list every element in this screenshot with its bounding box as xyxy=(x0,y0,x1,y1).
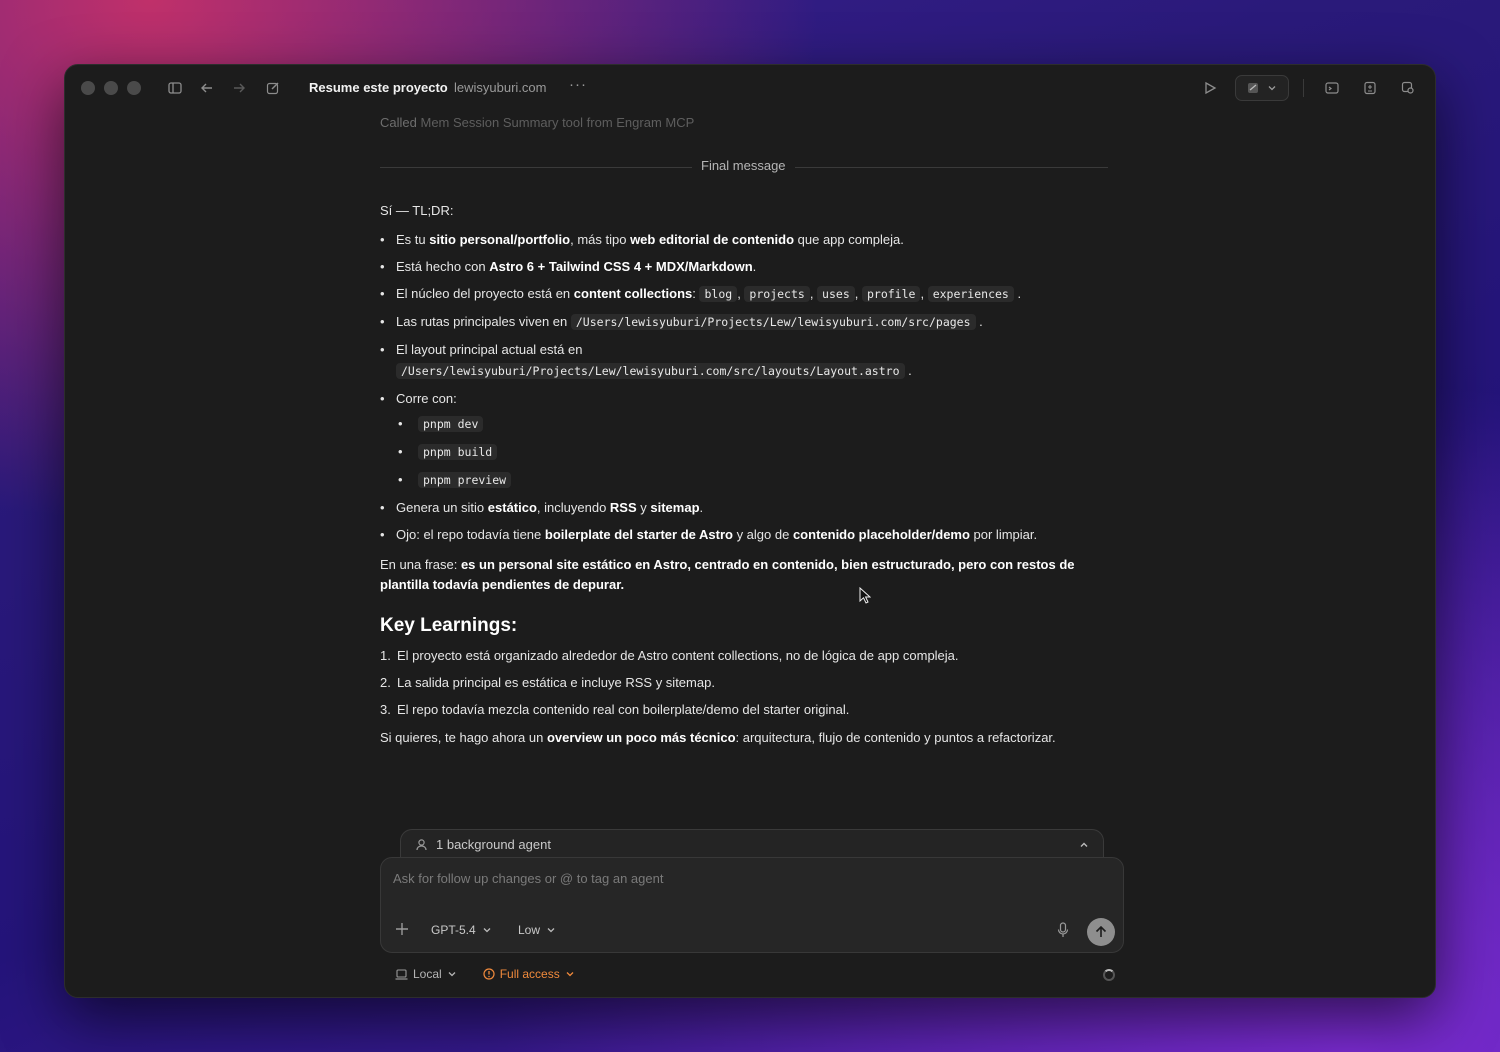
arrow-up-icon xyxy=(1095,926,1107,937)
chevron-down-icon xyxy=(448,972,456,977)
divider-line-right xyxy=(795,167,1108,168)
inline-code-path[interactable]: /Users/lewisyuburi/Projects/Lew/lewisyub… xyxy=(396,363,905,379)
new-chat-edit-icon[interactable] xyxy=(263,78,283,98)
learnings-list: 1. El proyecto está organizado alrededor … xyxy=(380,645,1108,720)
more-options-icon[interactable]: ··· xyxy=(569,76,587,93)
assistant-message: Sí — TL;DR: Es tu sitio personal/portfol… xyxy=(380,201,1108,748)
inline-code: pnpm build xyxy=(418,444,498,460)
inline-code: projects xyxy=(744,286,810,302)
diff-panel-icon[interactable] xyxy=(1360,78,1380,98)
background-agents-bar[interactable]: 1 background agent xyxy=(400,829,1104,859)
toolbar-divider xyxy=(1303,79,1304,97)
tldr-intro: Sí — TL;DR: xyxy=(380,203,454,218)
environment-label: Local xyxy=(413,967,442,981)
microphone-icon[interactable] xyxy=(1057,922,1069,943)
add-attachment-icon[interactable] xyxy=(395,920,409,941)
loading-spinner-icon xyxy=(1103,969,1115,981)
list-item: pnpm dev xyxy=(396,413,1108,435)
composer: Ask for follow up changes or @ to tag an… xyxy=(380,857,1124,953)
model-selector[interactable]: GPT-5.4 xyxy=(431,923,492,937)
chevron-down-icon xyxy=(566,972,574,977)
tool-call-line[interactable]: Called Mem Session Summary tool from Eng… xyxy=(380,115,694,130)
review-panel-icon[interactable] xyxy=(1398,78,1418,98)
list-item: Ojo: el repo todavía tiene boilerplate d… xyxy=(380,524,1108,545)
list-item: 2. La salida principal es estática e incl… xyxy=(380,675,715,690)
list-item: El núcleo del proyecto está en content c… xyxy=(380,283,1108,305)
inline-code: pnpm dev xyxy=(418,416,484,432)
inline-code: experiences xyxy=(927,286,1014,302)
forward-arrow-icon[interactable] xyxy=(229,78,249,98)
key-learnings-heading: Key Learnings: xyxy=(380,615,518,636)
mouse-cursor-icon xyxy=(859,587,871,604)
inline-code: blog xyxy=(699,286,738,302)
editor-picker[interactable] xyxy=(1235,75,1289,101)
project-name: lewisyuburi.com xyxy=(454,80,547,95)
list-item: Está hecho con Astro 6 + Tailwind CSS 4 … xyxy=(380,256,1108,277)
closing-paragraph: Si quieres, te hago ahora un overview un… xyxy=(380,730,1056,745)
summary-list: Es tu sitio personal/portfolio, más tipo… xyxy=(380,229,1108,545)
called-prefix: Called xyxy=(380,115,417,130)
composer-footer: Local Full access xyxy=(395,967,575,981)
inline-code-path[interactable]: /Users/lewisyuburi/Projects/Lew/lewisyub… xyxy=(570,314,976,330)
inline-code: profile xyxy=(861,286,921,302)
minimize-window-button[interactable] xyxy=(104,81,118,95)
list-item: pnpm preview xyxy=(396,469,1108,491)
access-level-selector[interactable]: Full access xyxy=(483,967,575,981)
environment-selector[interactable]: Local xyxy=(395,967,457,981)
editor-icon xyxy=(1248,83,1258,93)
run-play-icon[interactable] xyxy=(1200,78,1220,98)
divider-line-left xyxy=(380,167,692,168)
message-input[interactable]: Ask for follow up changes or @ to tag an… xyxy=(393,871,663,886)
list-item: Corre con: pnpm dev pnpm build pnpm prev… xyxy=(380,388,1108,491)
list-item: 3. El repo todavía mezcla contenido real … xyxy=(380,702,850,717)
chevron-down-icon xyxy=(1268,86,1276,91)
window-controls xyxy=(81,81,141,95)
close-window-button[interactable] xyxy=(81,81,95,95)
commands-list: pnpm dev pnpm build pnpm preview xyxy=(396,413,1108,491)
chevron-up-icon[interactable] xyxy=(1079,840,1089,850)
reasoning-effort-selector[interactable]: Low xyxy=(518,923,556,937)
terminal-icon[interactable] xyxy=(1322,78,1342,98)
sidebar-toggle-icon[interactable] xyxy=(165,78,185,98)
send-button[interactable] xyxy=(1087,918,1115,946)
agent-icon xyxy=(416,839,427,851)
back-arrow-icon[interactable] xyxy=(197,78,217,98)
list-item: Genera un sitio estático, incluyendo RSS… xyxy=(380,497,1108,518)
zoom-window-button[interactable] xyxy=(127,81,141,95)
list-item: Las rutas principales viven en /Users/le… xyxy=(380,311,1108,333)
chevron-down-icon xyxy=(483,928,491,933)
title-bar: Resume este proyecto lewisyuburi.com ··· xyxy=(65,65,1435,111)
tool-call-name: Mem Session Summary tool from Engram MCP xyxy=(420,115,695,130)
divider-label: Final message xyxy=(701,158,786,173)
laptop-icon xyxy=(395,968,408,980)
summary-phrase: En una frase: es un personal site estáti… xyxy=(380,557,1075,592)
chevron-down-icon xyxy=(547,928,555,933)
list-item: pnpm build xyxy=(396,441,1108,463)
access-label: Full access xyxy=(499,967,560,981)
chat-title: Resume este proyecto xyxy=(309,80,448,95)
list-item: Es tu sitio personal/portfolio, más tipo… xyxy=(380,229,1108,250)
list-item: El layout principal actual está en/Users… xyxy=(380,339,1108,382)
final-message-divider: Final message xyxy=(380,157,1108,177)
effort-label: Low xyxy=(518,923,541,937)
model-label: GPT-5.4 xyxy=(431,923,476,937)
list-item: 1. El proyecto está organizado alrededor … xyxy=(380,648,959,663)
background-agents-label: 1 background agent xyxy=(436,837,551,852)
warning-icon xyxy=(483,968,495,980)
app-window: Resume este proyecto lewisyuburi.com ···… xyxy=(64,64,1436,998)
inline-code: uses xyxy=(817,286,855,302)
inline-code: pnpm preview xyxy=(418,472,512,488)
